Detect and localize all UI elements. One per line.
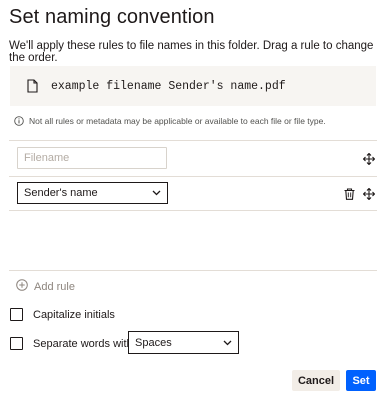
- separate-label: Separate words with: [33, 337, 133, 350]
- capitalize-option[interactable]: Capitalize initials: [10, 308, 115, 321]
- divider: [9, 270, 377, 271]
- filename-rule-input[interactable]: [17, 147, 167, 169]
- separate-checkbox[interactable]: [10, 337, 23, 350]
- separator-select[interactable]: Spaces: [128, 331, 239, 354]
- info-icon: [14, 116, 24, 126]
- capitalize-checkbox[interactable]: [10, 308, 23, 321]
- chevron-down-icon: [152, 187, 161, 199]
- dialog-description: We'll apply these rules to file names in…: [9, 40, 374, 64]
- move-icon[interactable]: [362, 187, 376, 205]
- file-icon: [27, 79, 38, 98]
- dialog-title: Set naming convention: [9, 6, 215, 28]
- separate-option[interactable]: Separate words with: [10, 337, 133, 350]
- divider: [9, 140, 377, 141]
- add-rule-label: Add rule: [34, 280, 75, 293]
- cancel-button[interactable]: Cancel: [292, 370, 340, 391]
- rule-select[interactable]: Sender's name: [17, 182, 168, 204]
- divider: [9, 176, 377, 177]
- preview-filename: example filename Sender's name.pdf: [51, 80, 286, 93]
- divider: [9, 210, 377, 211]
- move-icon[interactable]: [362, 152, 376, 170]
- info-note: Not all rules or metadata may be applica…: [14, 116, 326, 126]
- trash-icon[interactable]: [344, 187, 355, 205]
- filename-preview: example filename Sender's name.pdf: [10, 66, 376, 106]
- rule-select-value: Sender's name: [24, 187, 98, 199]
- chevron-down-icon: [223, 337, 232, 349]
- separator-select-value: Spaces: [135, 336, 172, 349]
- info-note-text: Not all rules or metadata may be applica…: [29, 116, 326, 126]
- plus-circle-icon: [16, 279, 28, 294]
- add-rule-button[interactable]: Add rule: [16, 279, 75, 294]
- set-button[interactable]: Set: [346, 370, 376, 391]
- capitalize-label: Capitalize initials: [33, 308, 115, 321]
